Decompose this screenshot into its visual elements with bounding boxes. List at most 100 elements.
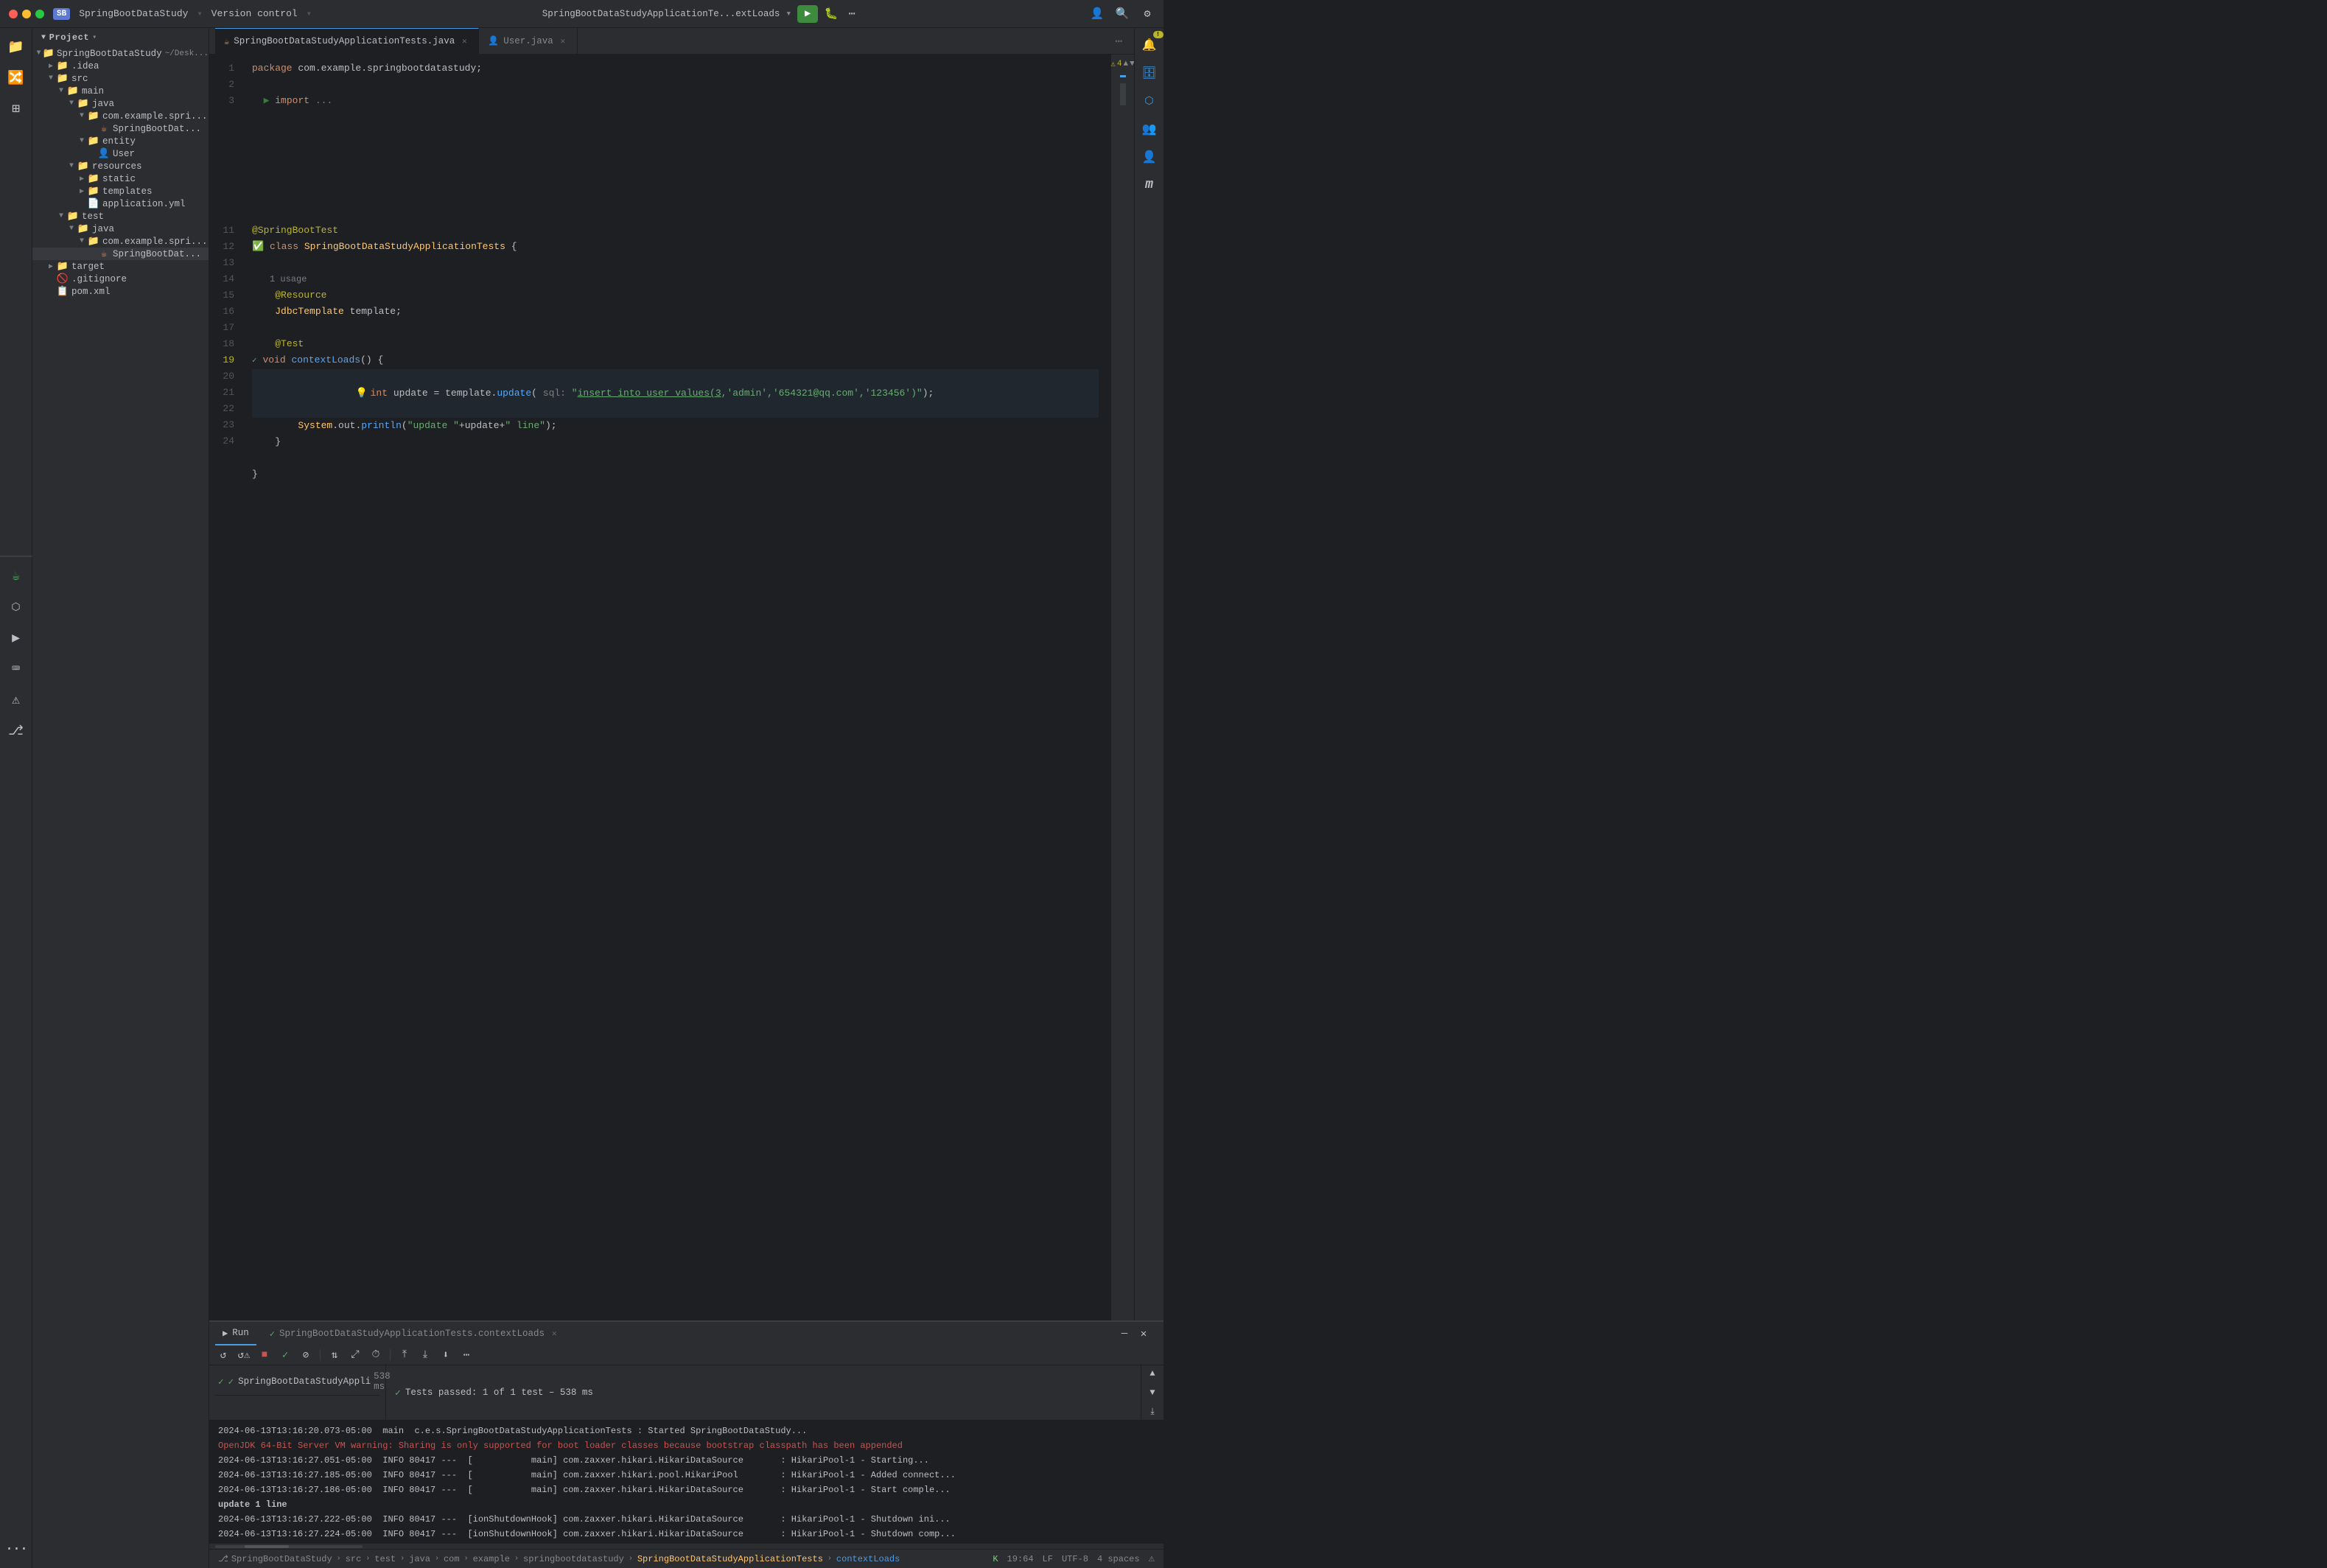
tree-item-springbootdat-main[interactable]: ▶ ☕ SpringBootDat...	[32, 122, 209, 135]
tree-item-idea[interactable]: ▶ 📁 .idea	[32, 60, 209, 72]
tree-item-entity[interactable]: ▼ 📁 entity	[32, 135, 209, 147]
tree-label-testjava: java	[92, 224, 114, 234]
tree-item-root[interactable]: ▼ 📁 SpringBootDataStudy ~/Desk...	[32, 47, 209, 60]
tree-item-templates[interactable]: ▶ 📁 templates	[32, 185, 209, 197]
run-config-label[interactable]: SpringBootDataStudyApplicationTe...extLo…	[542, 9, 780, 19]
scroll-down-button[interactable]: ▼	[1144, 1385, 1161, 1401]
console-output[interactable]: 2024-06-13T13:16:20.073-05:00 main c.e.s…	[209, 1421, 1164, 1543]
more-icon[interactable]: ⋯	[844, 7, 859, 21]
structure-icon[interactable]: ⊞	[3, 96, 29, 122]
export-button[interactable]: ⬇	[438, 1347, 454, 1363]
search-icon[interactable]: 🔍	[1115, 7, 1130, 21]
bottom-git-icon[interactable]: ⎇	[3, 718, 29, 744]
expand-button[interactable]: ⤢	[347, 1347, 363, 1363]
project-name[interactable]: SpringBootDataStudy	[79, 8, 188, 19]
bottom-panel-controls: — ✕	[1116, 1326, 1158, 1342]
bottom-problems-icon[interactable]: ⚠	[3, 687, 29, 713]
bottom-run-icon[interactable]: ☕	[3, 563, 29, 589]
rerun-button[interactable]: ↺	[215, 1347, 231, 1363]
tree-item-application-yml[interactable]: ▶ 📄 application.yml	[32, 197, 209, 210]
status-test: test	[374, 1554, 396, 1564]
close-button[interactable]	[9, 10, 18, 18]
prev-button[interactable]: ⤒	[396, 1347, 413, 1363]
minimize-button[interactable]	[22, 10, 31, 18]
tree-item-comtest[interactable]: ▼ 📁 com.example.spri...	[32, 235, 209, 248]
toggle-passed-button[interactable]: ✓	[277, 1347, 293, 1363]
run-button[interactable]: ▶	[797, 5, 818, 23]
test-tab-close[interactable]: ✕	[552, 1329, 557, 1339]
tree-item-resources[interactable]: ▼ 📁 resources	[32, 160, 209, 172]
next-button[interactable]: ⤓	[417, 1347, 433, 1363]
minimize-panel-icon[interactable]: —	[1116, 1326, 1133, 1342]
tab-tests-java[interactable]: ☕ SpringBootDataStudyApplicationTests.ja…	[215, 28, 479, 55]
close-panel-button[interactable]: ✕	[1135, 1326, 1152, 1342]
error-count-bar[interactable]: ⚠ 4 ▲ ▼	[1107, 57, 1134, 71]
scroll-up-button[interactable]: ▲	[1144, 1365, 1161, 1382]
project-panel-header[interactable]: ▼ Project ▾	[32, 28, 209, 47]
version-control-label[interactable]: Version control	[211, 8, 298, 19]
tab-close-tests[interactable]: ✕	[459, 36, 469, 46]
tree-item-gitignore[interactable]: ▶ 🚫 .gitignore	[32, 273, 209, 285]
profile-icon[interactable]: 👤	[1090, 7, 1105, 21]
run-tab[interactable]: ▶ Run	[215, 1322, 256, 1345]
codewithme-button[interactable]: 👥	[1138, 118, 1161, 140]
run-config-dropdown[interactable]: ▾	[785, 8, 791, 19]
maximize-button[interactable]	[35, 10, 44, 18]
gradle-tool-button[interactable]: ⬡	[1138, 90, 1161, 112]
tree-item-testjava[interactable]: ▼ 📁 java	[32, 223, 209, 235]
panel-dropdown-icon[interactable]: ▾	[92, 33, 97, 42]
status-encoding[interactable]: UTF-8	[1062, 1554, 1088, 1564]
tab-user-java[interactable]: 👤 User.java ✕	[479, 28, 577, 55]
tree-item-target[interactable]: ▶ 📁 target	[32, 260, 209, 273]
more-options-button[interactable]: ⋯	[458, 1347, 475, 1363]
tree-item-src[interactable]: ▼ 📁 src	[32, 72, 209, 85]
folder-icon[interactable]: 📁	[3, 34, 29, 60]
tab-more-icon[interactable]: ⋯	[1109, 34, 1128, 49]
filter-button[interactable]: ⊘	[298, 1347, 314, 1363]
status-line-sep[interactable]: LF	[1043, 1554, 1053, 1564]
debug-icon[interactable]: 🐛	[824, 7, 839, 21]
tree-item-com[interactable]: ▼ 📁 com.example.spri...	[32, 110, 209, 122]
database-tool-button[interactable]: 🗄	[1138, 62, 1161, 84]
test-run-tab[interactable]: ✓ SpringBootDataStudyApplicationTests.co…	[262, 1322, 564, 1345]
settings-icon[interactable]: ⚙	[1140, 7, 1155, 21]
stop-button[interactable]: ■	[256, 1347, 273, 1363]
vcs-icon[interactable]: 🔀	[3, 65, 29, 91]
tree-item-static[interactable]: ▶ 📁 static	[32, 172, 209, 185]
tab-close-user[interactable]: ✕	[558, 36, 568, 46]
tree-item-test[interactable]: ▼ 📁 test	[32, 210, 209, 223]
rerun-failed-button[interactable]: ↺⚠	[236, 1347, 252, 1363]
bottom-services-icon[interactable]: ⬡	[3, 594, 29, 620]
sort-button[interactable]: ⇅	[326, 1347, 343, 1363]
minimap[interactable]	[1120, 83, 1126, 1319]
test-result-item[interactable]: ✓ ✓ SpringBootDataStudyAppli 538 ms	[215, 1368, 379, 1396]
tree-item-user[interactable]: ▶ 👤 User	[32, 147, 209, 160]
editor-content[interactable]: 1 2 3 . . . . . . . 11 1	[209, 55, 1134, 1320]
maven-tool-button[interactable]: m	[1138, 174, 1161, 196]
status-indent[interactable]: 4 spaces	[1097, 1554, 1140, 1564]
tree-item-main[interactable]: ▼ 📁 main	[32, 85, 209, 97]
title-sep-1: ▾	[197, 8, 202, 19]
profile-tool-button[interactable]: 👤	[1138, 146, 1161, 168]
code-editor[interactable]: package com.example.springbootdatastudy;…	[240, 55, 1110, 1320]
bottom-play-icon[interactable]: ▶	[3, 625, 29, 651]
notifications-button[interactable]: 🔔 !	[1138, 34, 1161, 56]
bottom-terminal-icon[interactable]: ⌨	[3, 656, 29, 682]
status-line-col[interactable]: 19:64	[1007, 1554, 1034, 1564]
clock-button[interactable]: ⏱	[368, 1347, 384, 1363]
tree-item-java[interactable]: ▼ 📁 java	[32, 97, 209, 110]
nav-down-icon[interactable]: ▼	[1130, 60, 1134, 69]
horizontal-scrollbar[interactable]	[209, 1543, 1164, 1549]
status-vcs[interactable]: ⎇ SpringBootDataStudy	[218, 1553, 332, 1564]
code-line-blank-9	[252, 190, 1099, 206]
vcs-icon: ⎇	[218, 1553, 228, 1564]
folder-icon-main: 📁	[66, 85, 80, 97]
nav-up-icon[interactable]: ▲	[1124, 60, 1129, 69]
more-tools-icon[interactable]: ···	[3, 1536, 29, 1562]
tree-item-pom[interactable]: ▶ 📋 pom.xml	[32, 285, 209, 298]
scroll-to-end-button[interactable]: ⤓	[1144, 1404, 1161, 1420]
tab-icon-tests: ☕	[224, 36, 229, 47]
java-icon-user: 👤	[97, 148, 111, 159]
folder-icon-root: 📁	[43, 48, 55, 59]
tree-item-springbootdat-test[interactable]: ▶ ☕ SpringBootDat...	[32, 248, 209, 260]
